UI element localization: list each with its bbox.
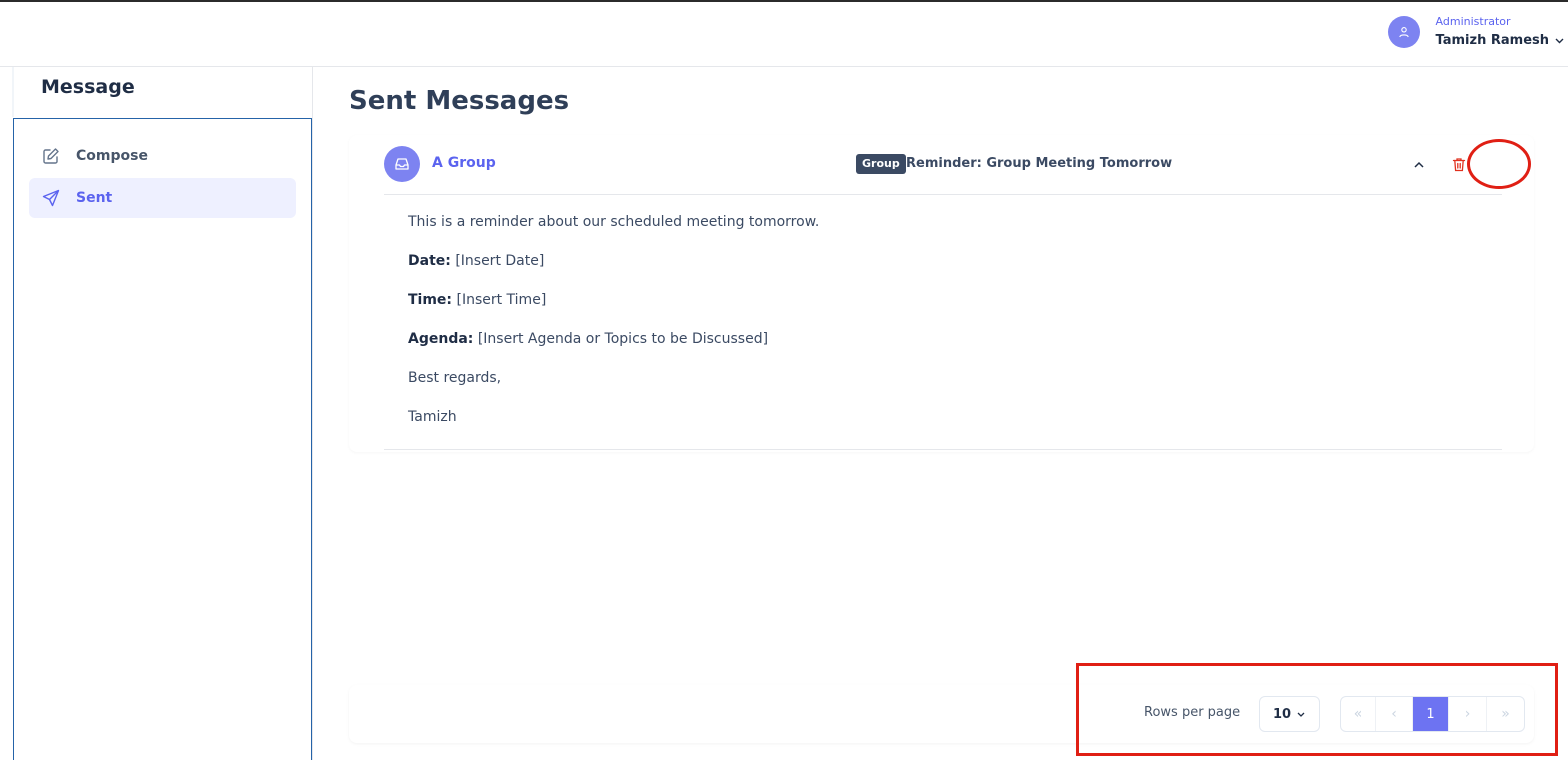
date-value: [Insert Date] [455, 253, 545, 269]
message-recipient[interactable]: A Group [432, 155, 496, 171]
user-icon[interactable] [1387, 16, 1420, 48]
pagination-highlight-annotation [1076, 663, 1558, 756]
send-icon [41, 188, 61, 208]
message-body: This is a reminder about our scheduled m… [408, 213, 819, 447]
sidebar: Compose Sent [13, 118, 312, 760]
message-closing: Best regards, [408, 370, 502, 386]
agenda-label: Agenda: [408, 331, 474, 347]
user-menu[interactable]: Administrator Tamizh Ramesh [1387, 15, 1564, 49]
inbox-icon [384, 146, 420, 182]
time-label: Time: [408, 292, 453, 308]
message-time: Time: [Insert Time] [408, 291, 819, 330]
message-date: Date: [Insert Date] [408, 252, 819, 291]
sidebar-item-sent[interactable]: Sent [29, 178, 296, 218]
message-card: A Group Group Reminder: Group Meeting To… [349, 135, 1534, 452]
group-badge: Group [856, 154, 906, 174]
message-agenda: Agenda: [Insert Agenda or Topics to be D… [408, 330, 819, 369]
message-header[interactable]: A Group Group Reminder: Group Meeting To… [384, 135, 1531, 195]
message-signature: Tamizh [408, 409, 457, 425]
message-intro: This is a reminder about our scheduled m… [408, 214, 820, 230]
user-name-label: Tamizh Ramesh [1435, 33, 1549, 48]
time-value: [Insert Time] [456, 292, 547, 308]
delete-highlight-annotation [1467, 139, 1531, 189]
chevron-up-icon[interactable] [1411, 156, 1427, 172]
user-name: Tamizh Ramesh [1436, 33, 1564, 49]
message-subject: Reminder: Group Meeting Tomorrow [906, 156, 1173, 171]
sidebar-title: Message [41, 76, 135, 98]
top-header: Administrator Tamizh Ramesh [0, 2, 1568, 67]
sidebar-item-label: Sent [76, 190, 113, 206]
user-role: Administrator [1435, 15, 1511, 28]
sidebar-item-label: Compose [76, 148, 148, 164]
trash-icon[interactable] [1450, 155, 1468, 173]
agenda-value: [Insert Agenda or Topics to be Discussed… [477, 331, 769, 347]
date-label: Date: [408, 253, 451, 269]
sidebar-item-compose[interactable]: Compose [29, 136, 296, 176]
chevron-down-icon [1555, 38, 1564, 44]
edit-icon [41, 146, 61, 166]
column-divider [312, 67, 313, 760]
sidebar-edge [12, 67, 14, 117]
message-divider [384, 449, 1502, 450]
page-title: Sent Messages [349, 86, 570, 116]
